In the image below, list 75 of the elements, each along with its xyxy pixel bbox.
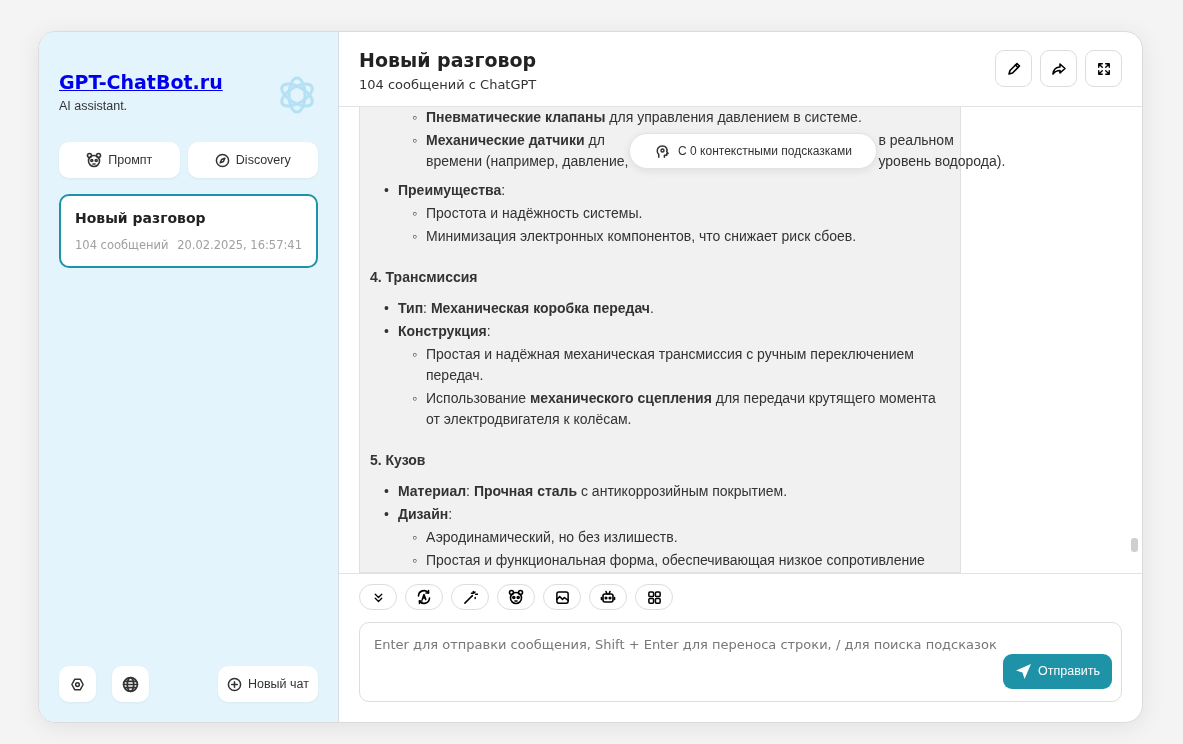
list-item-text: Пневматические клапаны для управления давлением в системе. [426, 109, 862, 125]
magic-wand-button[interactable] [451, 584, 489, 610]
prompt-button[interactable] [497, 584, 535, 610]
list-item-text: Материал: Прочная сталь с антикоррозийным покрытием. [398, 483, 788, 499]
translate-button[interactable] [405, 584, 443, 610]
magic-wand-icon [462, 589, 478, 605]
list-item-text: Тип: Механическая коробка передач. [398, 300, 654, 316]
prompt-button[interactable]: Промпт [59, 142, 180, 178]
list-bullet: ◦ [412, 551, 418, 570]
list-item-text: Дизайн: [398, 506, 453, 522]
scrollbar-thumb[interactable] [1131, 538, 1138, 552]
edit-button[interactable] [995, 50, 1032, 87]
list-bullet: ◦ [412, 389, 418, 408]
share-arrow-icon [1050, 60, 1067, 77]
conversation-title: Новый разговор [359, 48, 537, 73]
pencil-icon [1005, 60, 1022, 77]
list-bullet: • [384, 299, 390, 318]
list-item-text: Конструкция: [398, 323, 491, 339]
chat-title: Новый разговор [75, 209, 207, 228]
panda-icon [86, 152, 103, 168]
context-hints-badge[interactable]: С 0 контекстными подсказками [629, 133, 878, 169]
send-button[interactable]: Отправить [1003, 654, 1112, 689]
list-bullet: ◦ [412, 204, 418, 223]
conversation-subtitle: 104 сообщений с ChatGPT [359, 75, 537, 94]
grid-icon [646, 589, 662, 605]
settings-button[interactable] [59, 666, 96, 702]
list-item-text: уровень водорода). [878, 152, 1006, 171]
list-item-text: Простота и надёжность системы. [426, 205, 643, 221]
list-bullet: • [384, 181, 390, 200]
list-item-text: времени (например, давление, [426, 152, 629, 171]
letter-a-circle-icon [416, 589, 432, 605]
list-item-text: Механические датчики дл [426, 131, 606, 150]
section-heading: 5. Кузов [370, 451, 427, 470]
discovery-button[interactable]: Discovery [187, 142, 318, 178]
scroll-down-button[interactable] [359, 584, 397, 610]
fullscreen-button[interactable] [1085, 50, 1122, 87]
compass-icon [214, 152, 230, 168]
list-item-text: Аэродинамический, но без излишеств. [426, 529, 678, 545]
expand-icon [1096, 61, 1111, 76]
share-button[interactable] [1040, 50, 1077, 87]
list-bullet: ◦ [412, 528, 418, 547]
brain-head-icon [655, 143, 671, 159]
globe-icon [122, 675, 139, 693]
site-title-link[interactable]: GPT-ChatBot.ru [59, 71, 223, 93]
image-button[interactable] [543, 584, 581, 610]
section-heading: 4. Трансмиссия [370, 268, 479, 287]
plus-circle-icon [227, 676, 242, 692]
model-button[interactable] [589, 584, 627, 610]
paper-plane-icon [1015, 663, 1032, 680]
chat-list-item[interactable]: Новый разговор 104 сообщений 20.02.2025, 16:57:41 [59, 194, 318, 269]
panda-icon [508, 589, 524, 605]
settings-icon [70, 676, 85, 692]
language-button[interactable] [112, 666, 149, 702]
list-item-text: в реальном [878, 131, 955, 150]
image-icon [554, 589, 570, 605]
list-item-text: Простая и надёжная механическая трансмиссия с ручным переключением передач. [426, 346, 914, 383]
chat-date: 20.02.2025, 16:57:41 [177, 237, 302, 254]
list-bullet: ◦ [412, 108, 418, 127]
list-bullet: • [384, 322, 390, 341]
message-input[interactable]: Enter для отправки сообщения, Shift + Enter для переноса строки, / для поиска подсказок Отправить [359, 622, 1122, 702]
list-item-text: Использование механического сцепления для передачи крутящего момента от электродвигателя к колёсам. [426, 390, 936, 427]
message-count: 104 сообщений [75, 237, 169, 254]
robot-icon [600, 589, 616, 605]
list-item-text: Преимущества: [398, 182, 506, 198]
context-hints-text: С 0 контекстными подсказками [678, 145, 852, 157]
list-bullet: ◦ [412, 227, 418, 246]
list-bullet: • [384, 505, 390, 524]
list-bullet: • [384, 482, 390, 501]
list-item-text: Минимизация электронных компонентов, что снижает риск сбоев. [426, 228, 857, 244]
list-bullet: ◦ [412, 131, 418, 150]
new-chat-button[interactable]: Новый чат [218, 666, 318, 702]
list-item-text: Простая и функциональная форма, обеспечивающая низкое сопротивление [426, 552, 925, 568]
tagline-text: AI assistant. [59, 97, 129, 115]
list-bullet: ◦ [412, 345, 418, 364]
apps-button[interactable] [635, 584, 673, 610]
